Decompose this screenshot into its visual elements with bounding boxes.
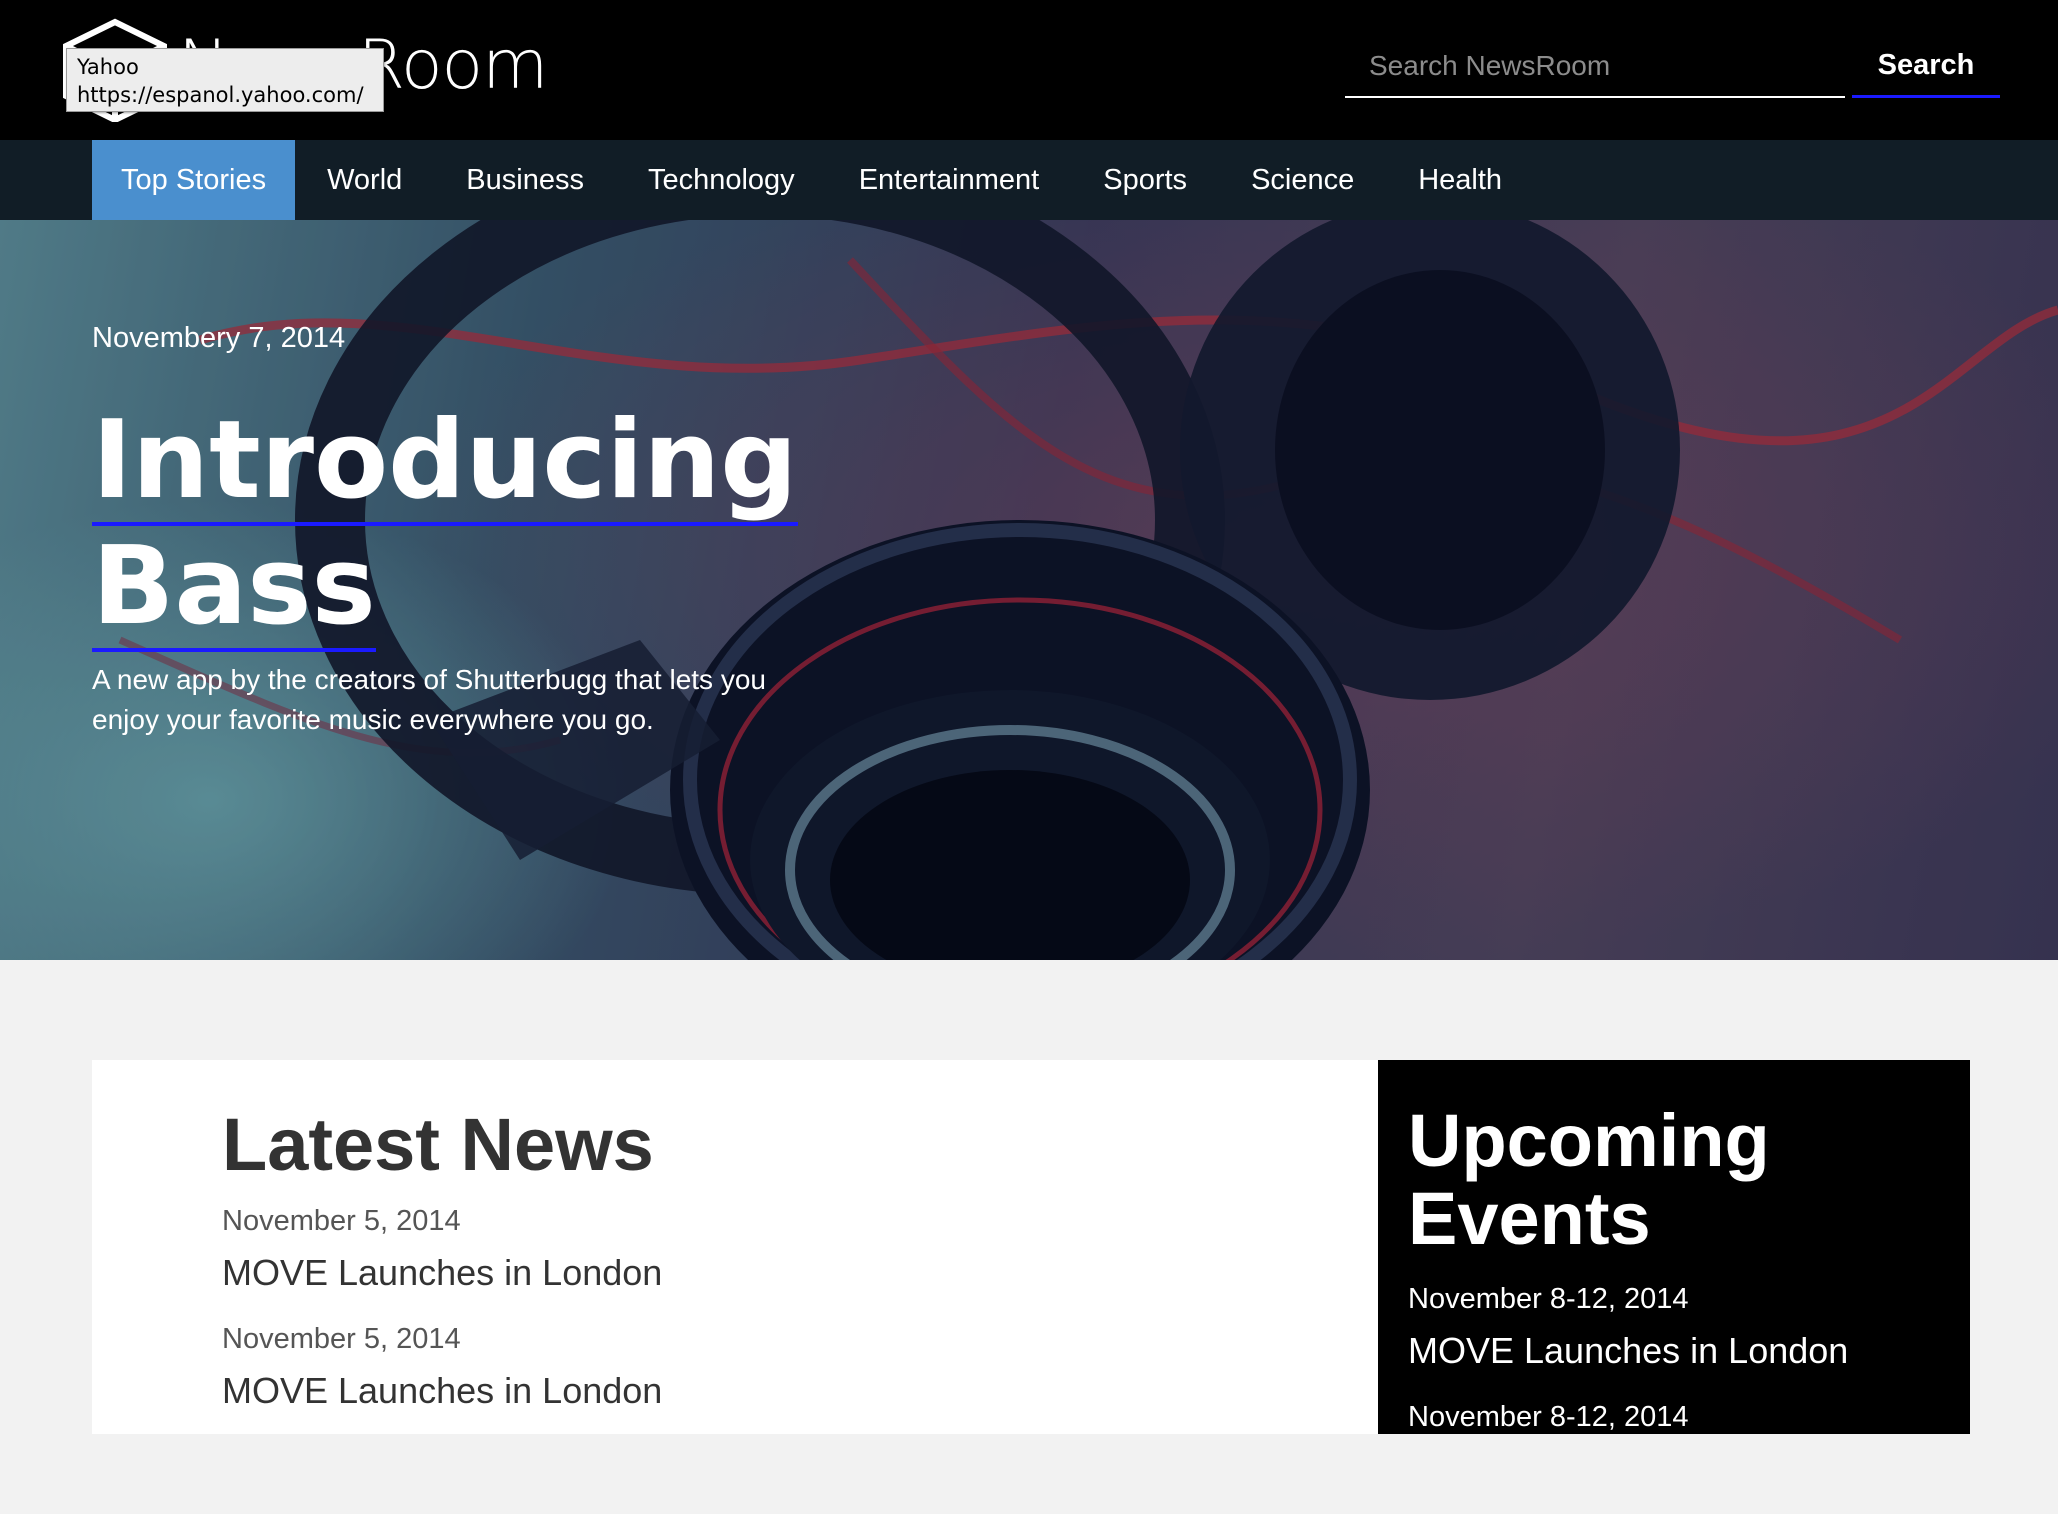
search-button[interactable]: Search <box>1852 36 2000 98</box>
hero-date: Novembery 7, 2014 <box>92 322 346 354</box>
nav-item-top-stories[interactable]: Top Stories <box>92 140 296 220</box>
upcoming-events-panel: Upcoming Events November 8-12, 2014 MOVE… <box>1378 1060 1970 1434</box>
upcoming-events-heading: Upcoming Events <box>1408 1099 1770 1260</box>
event-title-link[interactable]: MOVE Launches in London <box>1408 1320 1848 1396</box>
main-nav: Top Stories World Business Technology En… <box>0 140 2058 220</box>
news-date: November 5, 2014 <box>222 1205 461 1237</box>
hero-banner[interactable]: Novembery 7, 2014 Introducing Bass A new… <box>0 220 2058 960</box>
search-input[interactable] <box>1345 36 1845 96</box>
news-title-link[interactable]: MOVE Launches in London <box>222 1242 662 1318</box>
nav-item-world[interactable]: World <box>295 140 434 220</box>
list-item: November 8-12, 2014 MOVE Launches in Lon… <box>1408 1278 1848 1396</box>
upcoming-events-list: November 8-12, 2014 MOVE Launches in Lon… <box>1408 1278 1848 1514</box>
nav-item-sports[interactable]: Sports <box>1071 140 1219 220</box>
hero-title[interactable]: Introducing Bass <box>92 400 872 652</box>
site-header: NewsRoom Yahoo https://espanol.yahoo.com… <box>0 0 2058 140</box>
list-item: November 5, 2014 MOVE Launches in London <box>222 1200 662 1318</box>
news-title-link[interactable]: MOVE Launches in London <box>222 1360 662 1436</box>
search-field-wrapper <box>1345 36 1845 98</box>
latest-news-panel: Latest News November 5, 2014 MOVE Launch… <box>92 1060 1378 1434</box>
event-date: November 8-12, 2014 <box>1408 1283 1689 1315</box>
nav-item-science[interactable]: Science <box>1219 140 1386 220</box>
latest-news-list: November 5, 2014 MOVE Launches in London… <box>222 1200 662 1436</box>
nav-item-technology[interactable]: Technology <box>616 140 827 220</box>
tooltip-url: https://espanol.yahoo.com/ <box>77 83 364 107</box>
nav-item-entertainment[interactable]: Entertainment <box>827 140 1072 220</box>
list-item: November 8-12, 2014 <box>1408 1396 1848 1514</box>
latest-news-heading: Latest News <box>222 1103 654 1186</box>
nav-item-health[interactable]: Health <box>1386 140 1534 220</box>
hero-subtitle: A new app by the creators of Shutterbugg… <box>92 664 766 735</box>
link-tooltip: Yahoo https://espanol.yahoo.com/ <box>66 48 384 112</box>
hero-title-line2: Bass <box>92 526 376 652</box>
nav-item-business[interactable]: Business <box>434 140 616 220</box>
event-date: November 8-12, 2014 <box>1408 1401 1689 1433</box>
tooltip-title: Yahoo <box>77 55 139 79</box>
hero-title-line1: Introducing <box>92 400 798 526</box>
event-title-link[interactable] <box>1408 1438 1848 1514</box>
list-item: November 5, 2014 MOVE Launches in London <box>222 1318 662 1436</box>
news-date: November 5, 2014 <box>222 1323 461 1355</box>
